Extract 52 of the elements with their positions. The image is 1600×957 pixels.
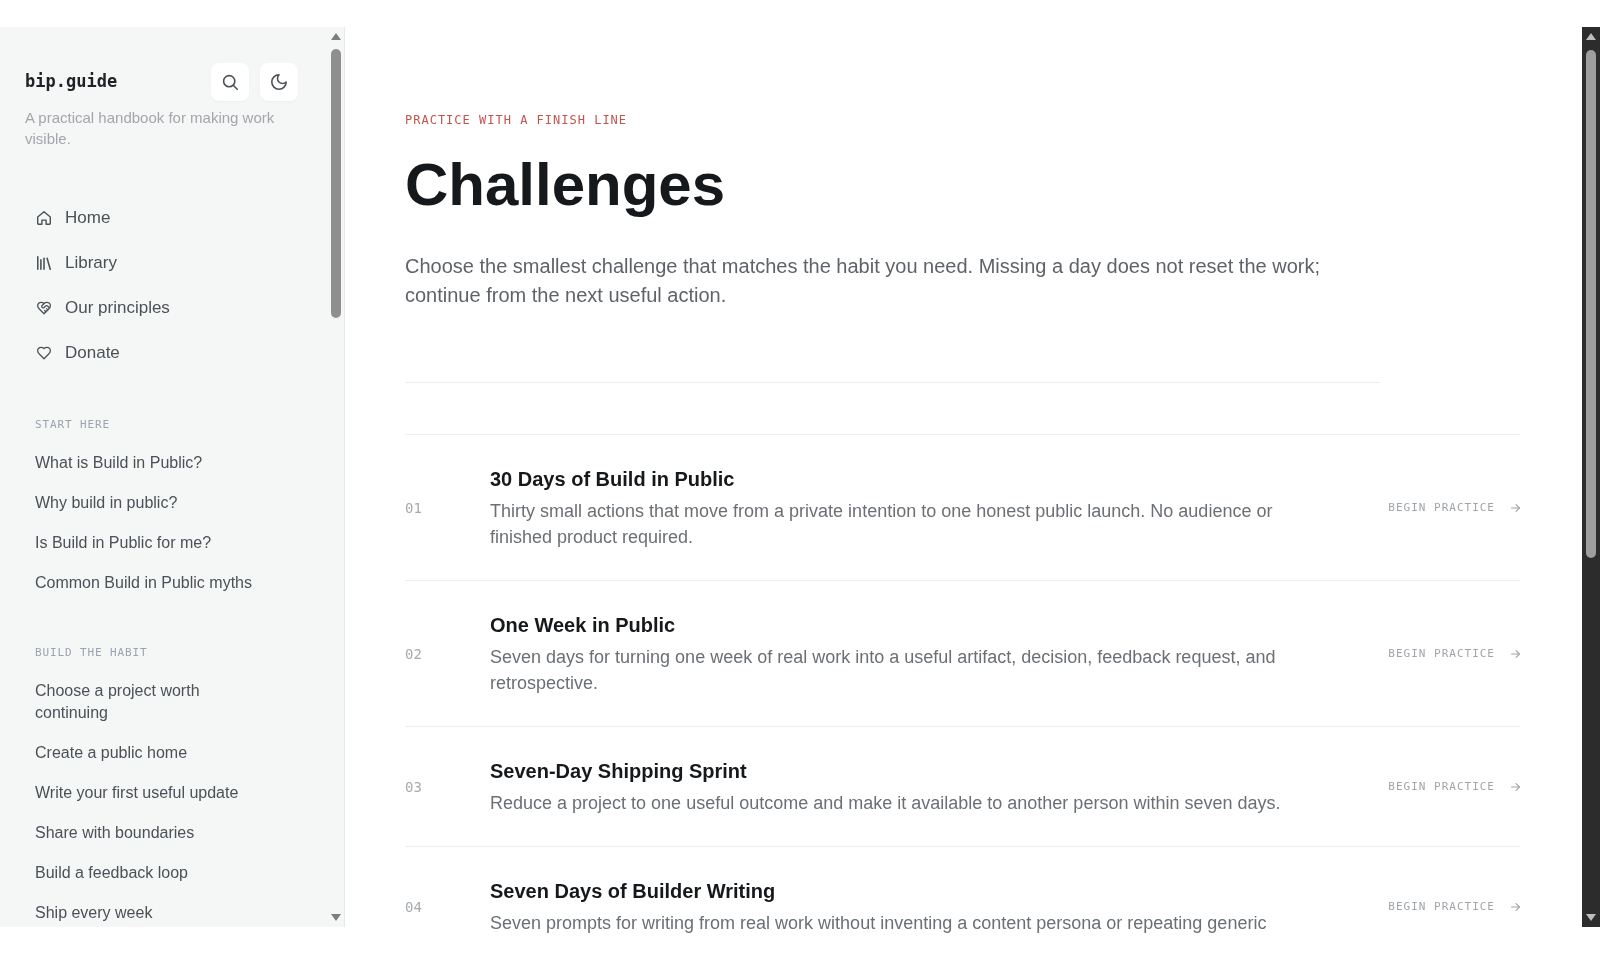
scrollbar-thumb[interactable] [330, 49, 341, 318]
site-tagline: A practical handbook for making work visible. [25, 108, 276, 149]
challenge-number: 03 [405, 778, 422, 795]
challenge-description: Seven days for turning one week of real work into a useful artifact, decision, feedback request, and retrospective. [490, 646, 1277, 695]
scrollbar[interactable] [1582, 27, 1600, 927]
sidebar-link[interactable]: Choose a project worth continuing [35, 671, 263, 733]
arrow-right-icon [1511, 649, 1520, 658]
nav-link[interactable]: Home [0, 195, 119, 240]
section-heading: START HERE [35, 418, 111, 431]
arrow-right-icon [1511, 503, 1520, 512]
arrow-right-icon [1511, 782, 1520, 791]
heart-handshake-icon [37, 300, 51, 315]
sidebar-link[interactable]: Create a public home [35, 733, 188, 773]
sidebar-link[interactable]: What is Build in Public? [35, 443, 203, 483]
page-eyebrow: PRACTICE WITH A FINISH LINE [405, 112, 628, 128]
house-icon [37, 210, 51, 225]
challenge-number: 02 [405, 645, 422, 662]
sidebar-link[interactable]: Why build in public? [35, 483, 178, 523]
page-intro: Choose the smallest challenge that matches the habit you need. Missing a day does not reset the work; continue from the next useful action. [405, 254, 1321, 308]
sidebar-link[interactable]: Is Build in Public for me? [35, 523, 212, 563]
nav-link[interactable]: Donate [0, 330, 128, 375]
books-icon [37, 255, 51, 270]
nav-link[interactable]: Our principles [0, 285, 178, 330]
sidebar-link[interactable]: Write your first useful update [35, 773, 239, 813]
up-triangle-icon[interactable] [1586, 33, 1596, 40]
up-triangle-icon[interactable] [330, 33, 341, 40]
challenge-title: Seven Days of Builder Writing [490, 879, 776, 903]
section-heading: BUILD THE HABIT [35, 646, 148, 659]
sidebar-link[interactable]: Common Build in Public myths [35, 563, 252, 603]
site-brand: bip.guide [25, 70, 118, 94]
sidebar-link[interactable]: Ship every week [35, 893, 153, 927]
theme-toggle-button[interactable] [260, 63, 298, 101]
search-icon [222, 74, 238, 90]
arrow-right-icon [1511, 902, 1520, 911]
heart-icon [37, 345, 51, 360]
challenge-title: One Week in Public [490, 613, 676, 637]
down-triangle-icon[interactable] [330, 914, 341, 921]
challenge-title: 30 Days of Build in Public [490, 467, 735, 491]
challenge-number: 01 [405, 499, 422, 516]
sidebar-link[interactable]: Build a feedback loop [35, 853, 188, 893]
challenge-description: Seven prompts for writing from real work without inventing a content persona or repeating generic [490, 912, 1267, 935]
challenge-title: Seven-Day Shipping Sprint [490, 759, 747, 783]
scrollbar-thumb[interactable] [1586, 50, 1596, 558]
search-button[interactable] [211, 63, 249, 101]
challenge-description: Thirty small actions that move from a private intention to one honest public launch. No audience or finished product required. [490, 500, 1274, 549]
nav-link[interactable]: Library [0, 240, 125, 285]
page-title: Challenges [405, 152, 726, 218]
down-triangle-icon[interactable] [1586, 914, 1596, 921]
challenge-description: Reduce a project to one useful outcome and make it available to another person within seven days. [490, 792, 1281, 815]
moon-icon [271, 74, 287, 90]
sidebar-link[interactable]: Share with boundaries [35, 813, 195, 853]
challenge-number: 04 [405, 898, 422, 915]
